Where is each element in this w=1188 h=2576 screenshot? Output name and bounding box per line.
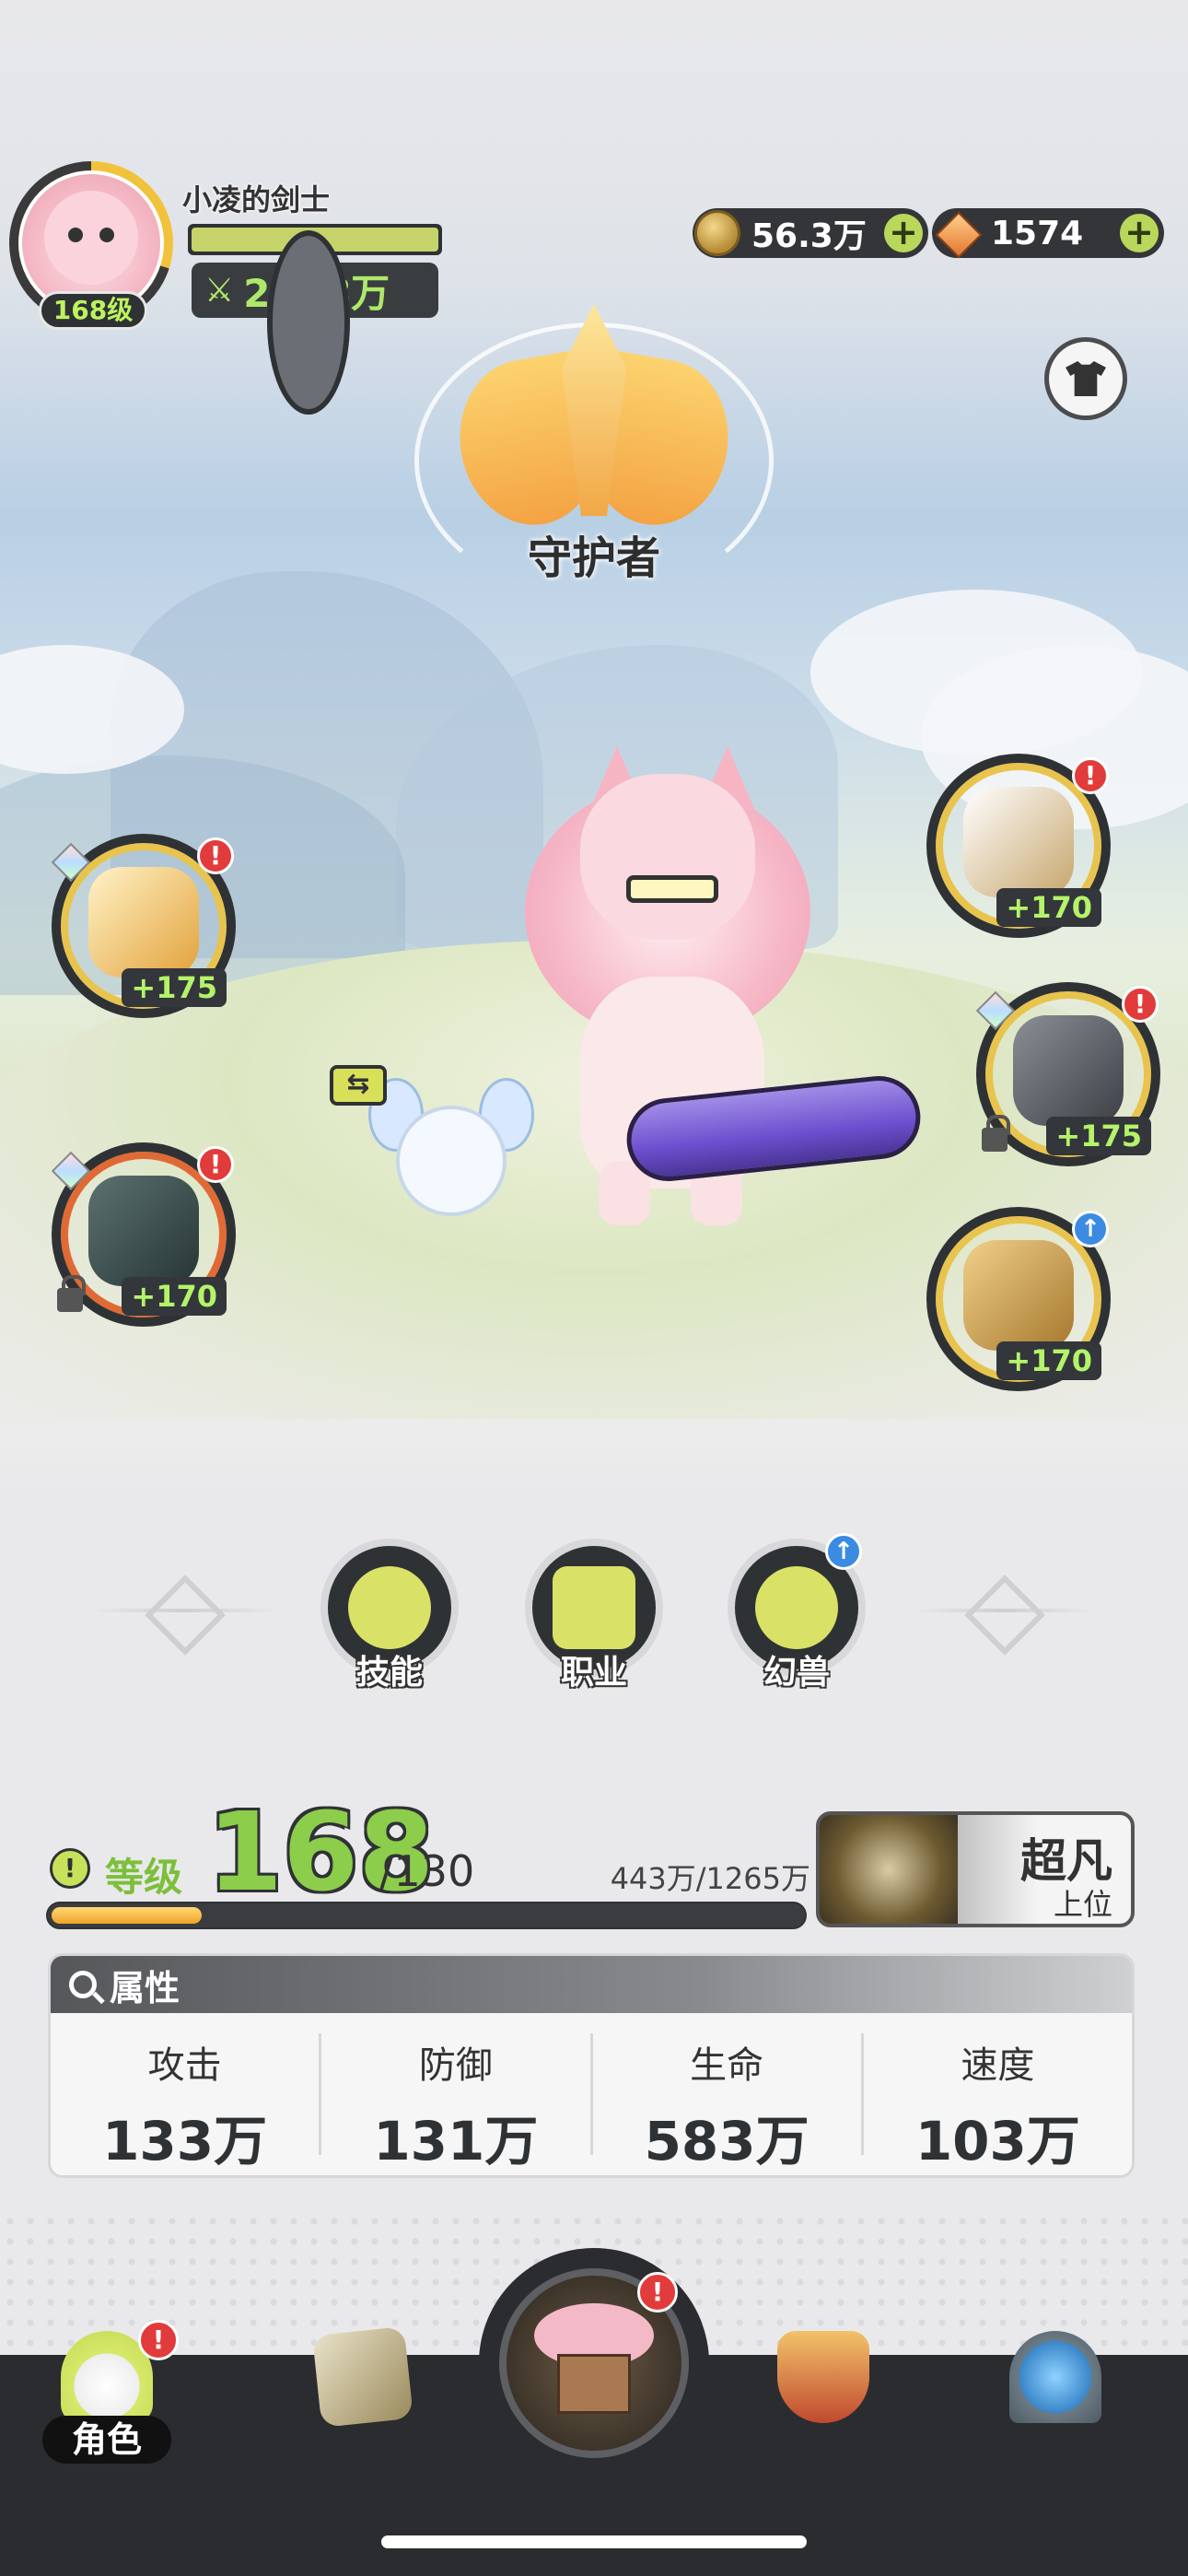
attr-defense: 防御 131万 <box>321 2033 593 2172</box>
pet-swap-button[interactable]: ⇆ <box>330 1065 387 1106</box>
equip-slot-helm-gold[interactable]: ! +170 <box>926 754 1120 947</box>
attr-name: 速度 <box>961 2044 1035 2087</box>
boots-icon <box>963 1240 1074 1351</box>
slot-bonus: +175 <box>1046 1117 1151 1155</box>
character-head <box>580 774 755 940</box>
level-progress-bar <box>46 1902 807 1929</box>
equip-slot-weapon[interactable]: ! +175 <box>51 834 245 1027</box>
player-level-badge: 168级 <box>39 291 147 330</box>
shirt-icon <box>1066 361 1106 396</box>
crystal-icon <box>934 210 980 256</box>
book-icon <box>312 2326 413 2428</box>
attr-name: 防御 <box>418 2044 493 2087</box>
upgrade-badge: ↑ <box>1072 1211 1109 1247</box>
attr-name: 攻击 <box>147 2044 222 2087</box>
attr-hp: 生命 583万 <box>593 2033 864 2172</box>
gem-counter: 1574 + <box>932 208 1164 258</box>
beast-button[interactable]: 幻兽 ↑ <box>728 1533 866 1695</box>
alert-badge: ! <box>197 837 234 874</box>
level-label: 等级 <box>105 1855 183 1900</box>
nav-character[interactable]: 角色 ! <box>42 2320 179 2469</box>
rank-card[interactable]: 超凡 上位 <box>816 1811 1135 1927</box>
nav-portal[interactable] <box>991 2331 1120 2469</box>
attributes-header: 属性 <box>51 1956 1132 2013</box>
slot-bonus: +170 <box>122 1277 227 1316</box>
attr-name: 生命 <box>690 2044 764 2087</box>
slot-bonus: +170 <box>996 888 1101 927</box>
dog-face-icon <box>44 191 138 285</box>
pet-model[interactable] <box>368 1050 534 1235</box>
level-max: /130 <box>379 1846 475 1896</box>
level-row: ! 等级 168 /130 443万/1265万 <box>46 1797 810 1907</box>
equip-slot-boots[interactable]: ↑ +170 <box>926 1207 1120 1400</box>
nav-character-label: 角色 <box>42 2416 171 2464</box>
gem-value: 1574 <box>991 214 1084 252</box>
home-indicator <box>381 2535 807 2548</box>
equip-slot-helmet[interactable]: ! +170 <box>51 1142 245 1336</box>
alert-badge: ! <box>1122 986 1159 1023</box>
job-icon <box>553 1566 635 1649</box>
helmet-icon <box>88 1176 199 1286</box>
rank-sub: 上位 <box>1053 1887 1112 1922</box>
cat-icon <box>755 1566 838 1649</box>
sword-cross-icon: ⚔ <box>204 271 235 310</box>
alert-badge: ! <box>1072 757 1109 794</box>
attr-value: 133万 <box>102 2110 268 2172</box>
rank-emblem-icon <box>820 1815 958 1924</box>
attributes-panel[interactable]: 属性 攻击 133万 防御 131万 生命 583万 速度 103万 <box>48 1953 1135 2178</box>
coin-value: 56.3万 <box>751 217 867 255</box>
attr-value: 583万 <box>644 2110 809 2172</box>
coin-counter: 56.3万 + <box>693 208 928 258</box>
function-row: 技能 职业 幻兽 ↑ <box>0 1533 1188 1695</box>
lock-icon <box>57 1275 86 1312</box>
search-icon <box>69 1971 97 1998</box>
job-label: 职业 <box>560 1654 627 1692</box>
add-coins-button[interactable]: + <box>884 214 923 252</box>
nav-guild[interactable] <box>759 2331 888 2469</box>
nav-alert-badge: ! <box>138 2320 179 2360</box>
shield-item <box>267 230 350 415</box>
upgrade-badge: ↑ <box>825 1533 862 1570</box>
level-progress-fill <box>52 1907 202 1924</box>
coin-icon <box>694 210 740 256</box>
guild-shield-icon <box>777 2331 869 2423</box>
crown-icon <box>963 787 1074 897</box>
pet-body <box>396 1106 507 1216</box>
attr-speed: 速度 103万 <box>864 2033 1132 2172</box>
attributes-title: 属性 <box>110 1967 181 2008</box>
ornament-right <box>912 1587 1096 1633</box>
house-wall <box>557 2354 631 2414</box>
alert-badge: ! <box>197 1146 234 1183</box>
house-icon <box>534 2303 654 2414</box>
equip-slot-armor[interactable]: ! +175 <box>975 982 1170 1176</box>
skill-icon <box>348 1566 431 1649</box>
add-gems-button[interactable]: + <box>1120 214 1159 252</box>
job-button[interactable]: 职业 <box>525 1539 663 1695</box>
skill-button[interactable]: 技能 <box>320 1539 459 1695</box>
class-emblem[interactable] <box>414 304 774 599</box>
attr-attack: 攻击 133万 <box>51 2033 322 2172</box>
nav-quest[interactable] <box>298 2326 427 2469</box>
attributes-row: 攻击 133万 防御 131万 生命 583万 速度 103万 <box>51 2013 1132 2175</box>
skill-label: 技能 <box>355 1654 423 1692</box>
level-alert-icon[interactable]: ! <box>50 1848 90 1889</box>
weapon-icon <box>88 867 199 978</box>
beast-label: 幻兽 <box>763 1654 830 1692</box>
home-alert-badge: ! <box>637 2272 678 2313</box>
outfit-button[interactable] <box>1044 337 1127 420</box>
slot-bonus: +175 <box>122 968 227 1007</box>
slot-bonus: +170 <box>996 1341 1101 1380</box>
class-name: 守护者 <box>527 533 660 584</box>
attr-value: 103万 <box>914 2110 1080 2172</box>
ornament-left <box>92 1587 276 1633</box>
armor-icon <box>1013 1015 1124 1126</box>
character-glasses <box>626 875 718 903</box>
attr-value: 131万 <box>373 2110 539 2172</box>
lock-icon <box>982 1115 1010 1152</box>
level-exp: 443万/1265万 <box>610 1861 810 1896</box>
portal-icon <box>1009 2331 1101 2423</box>
player-name: 小凌的剑士 <box>182 182 331 217</box>
